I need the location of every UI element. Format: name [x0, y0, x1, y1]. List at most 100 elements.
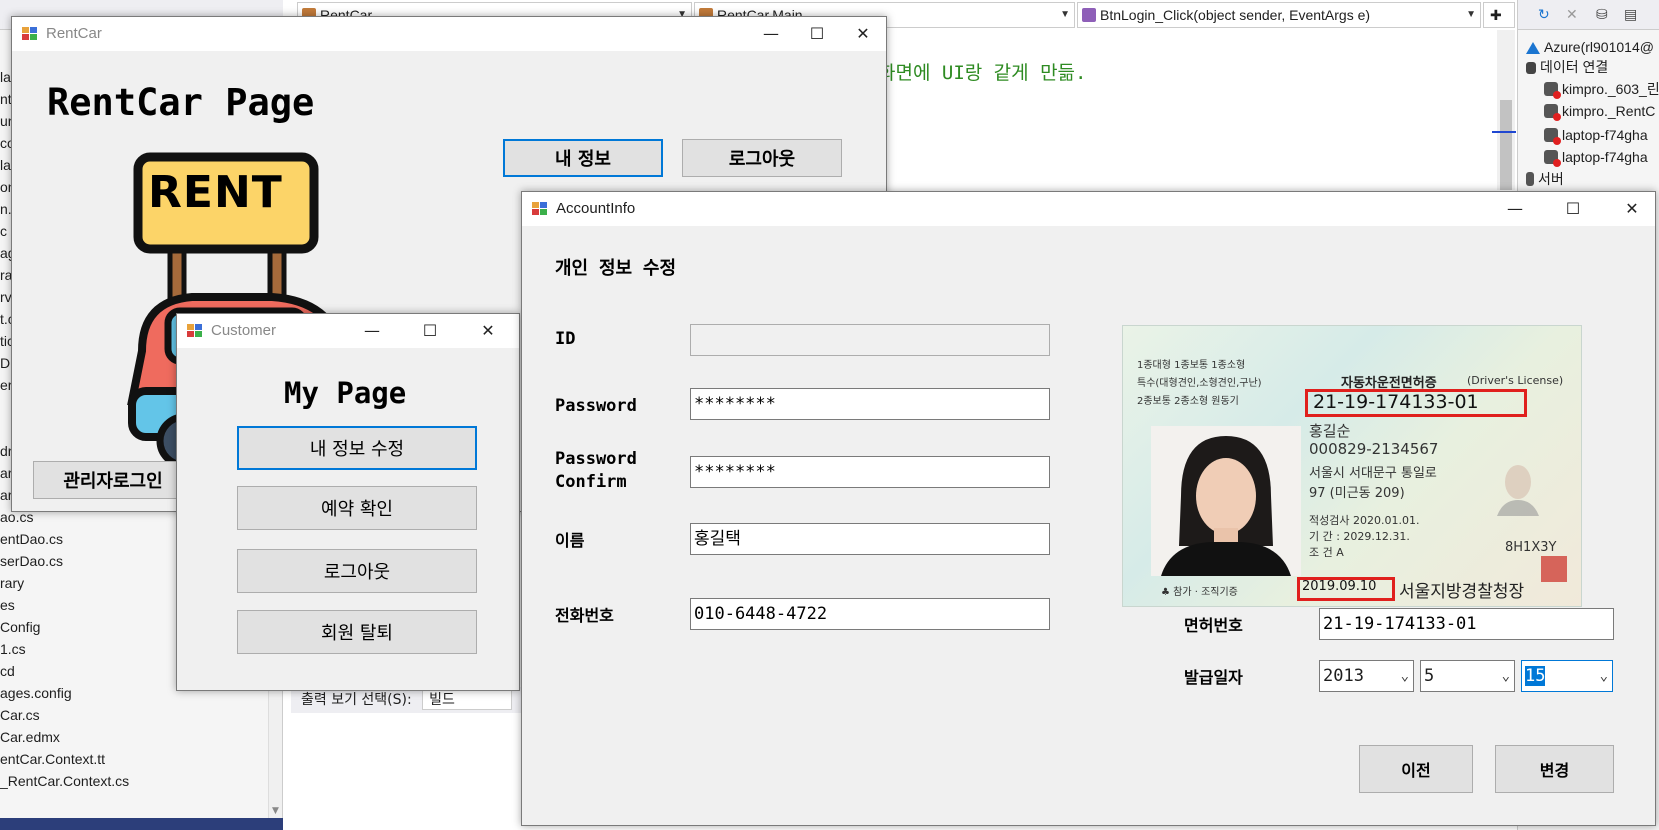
withdraw-button[interactable]: 회원 탈퇴 [237, 610, 477, 654]
solution-item[interactable]: 1.cs [0, 638, 26, 660]
minimize-icon[interactable]: — [1492, 192, 1538, 226]
license-hologram-photo [1497, 465, 1539, 516]
license-card-period: 기 간 : 2029.12.31. [1309, 530, 1410, 543]
output-source-select[interactable]: 빌드 [422, 690, 513, 710]
database-error-icon [1544, 128, 1561, 145]
scroll-thumb[interactable] [1500, 100, 1512, 190]
issue-day-select[interactable]: 15 ⌄ [1521, 660, 1613, 692]
password-confirm-label-line1: Password [555, 449, 637, 469]
prev-button[interactable]: 이전 [1359, 745, 1473, 793]
admin-login-button[interactable]: 관리자로그인 [33, 461, 193, 499]
password-label: Password [555, 396, 637, 416]
server-item-db-4[interactable]: laptop-f74gha [1544, 146, 1648, 168]
close-icon[interactable]: ✕ [1609, 192, 1655, 226]
edit-my-info-button[interactable]: 내 정보 수정 [237, 426, 477, 470]
name-label: 이름 [555, 531, 585, 550]
license-number-input[interactable]: 21-19-174133-01 [1319, 608, 1614, 640]
chevron-down-icon: ▼ [1060, 9, 1070, 20]
my-page-title: My Page [284, 376, 407, 410]
member-combo[interactable]: BtnLogin_Click(object sender, EventArgs … [1077, 2, 1481, 28]
server-item-label: 서버 [1538, 171, 1564, 187]
customer-titlebar[interactable]: Customer — ☐ ✕ [177, 314, 519, 348]
server-item-data-connections[interactable]: 데이터 연결 [1526, 56, 1608, 78]
license-card-address: 97 (미근동 209) [1309, 486, 1405, 501]
solution-item[interactable]: Config [0, 616, 40, 638]
solution-item[interactable]: _RentCar.Context.cs [0, 770, 129, 792]
window-title: Customer [211, 322, 277, 339]
scroll-down-icon[interactable]: ▼ [272, 806, 279, 816]
solution-item[interactable]: c [0, 220, 7, 242]
solution-item[interactable]: entCar.Context.tt [0, 748, 105, 770]
close-icon[interactable]: ✕ [840, 17, 886, 51]
server-item-db-3[interactable]: laptop-f74gha [1544, 124, 1648, 146]
password-confirm-input[interactable]: ******** [690, 456, 1050, 488]
chevron-down-icon: ▼ [1466, 9, 1476, 20]
server-item-label: laptop-f74gha [1562, 127, 1648, 143]
close-icon[interactable]: ✕ [465, 314, 511, 348]
password-confirm-label-line2: Confirm [555, 472, 627, 492]
customer-window: Customer — ☐ ✕ My Page 내 정보 수정 예약 확인 로그아… [176, 313, 520, 691]
server-item-azure[interactable]: Azure(rl901014@ [1526, 36, 1654, 58]
split-editor-button[interactable]: ✚ [1483, 2, 1515, 28]
maximize-icon[interactable]: ☐ [1550, 192, 1596, 226]
connect-server-icon[interactable]: ▤ [1624, 7, 1637, 23]
license-card-name: 홍길순 [1309, 422, 1351, 440]
server-item-servers[interactable]: 서버 [1526, 168, 1564, 190]
rentcar-titlebar[interactable]: RentCar — ☐ ✕ [12, 17, 886, 51]
app-icon [22, 27, 38, 41]
database-error-icon [1544, 82, 1561, 99]
check-reservation-button[interactable]: 예약 확인 [237, 486, 477, 530]
logout-button[interactable]: 로그아웃 [682, 139, 842, 177]
solution-item[interactable]: serDao.cs [0, 550, 63, 572]
issue-year-select[interactable]: 2013 ⌄ [1319, 660, 1414, 692]
solution-item[interactable]: entDao.cs [0, 528, 63, 550]
license-number-label: 면허번호 [1184, 616, 1243, 635]
solution-item[interactable]: cd [0, 660, 15, 682]
license-card-condition: 조 건 A [1309, 546, 1344, 559]
connect-database-icon[interactable]: ⛁ [1596, 7, 1608, 23]
server-item-label: kimpro._RentC [1562, 103, 1656, 119]
id-input[interactable] [690, 324, 1050, 356]
app-icon [187, 324, 203, 338]
member-combo-label: BtnLogin_Click(object sender, EventArgs … [1100, 7, 1371, 23]
chevron-down-icon: ⌄ [1501, 668, 1510, 684]
refresh-icon[interactable]: ↻ [1538, 7, 1550, 23]
solution-item[interactable]: ages.config [0, 682, 72, 704]
license-photo [1151, 426, 1301, 576]
maximize-icon[interactable]: ☐ [794, 17, 840, 51]
issue-month-select[interactable]: 5 ⌄ [1420, 660, 1515, 692]
app-icon [532, 202, 548, 216]
server-item-db-2[interactable]: kimpro._RentC [1544, 100, 1655, 122]
solution-item[interactable]: D [0, 352, 10, 374]
issue-day-value: 15 [1525, 666, 1546, 686]
maximize-icon[interactable]: ☐ [407, 314, 453, 348]
minimize-icon[interactable]: — [349, 314, 395, 348]
chevron-down-icon: ⌄ [1400, 668, 1409, 684]
license-card-number: 21-19-174133-01 [1313, 391, 1479, 413]
minimize-icon[interactable]: — [748, 17, 794, 51]
editor-scrollbar[interactable] [1497, 30, 1515, 190]
account-heading: 개인 정보 수정 [555, 258, 677, 279]
server-icon [1526, 172, 1534, 186]
server-item-db-1[interactable]: kimpro._603_린 [1544, 78, 1659, 100]
official-seal [1541, 556, 1567, 582]
solution-item[interactable]: rv [0, 286, 12, 308]
issue-month-value: 5 [1424, 666, 1435, 686]
name-input[interactable]: 홍길택 [690, 523, 1050, 555]
server-item-label: laptop-f74gha [1562, 149, 1648, 165]
server-explorer-toolbar: ↻ ✕ ⛁ ▤ [1518, 0, 1659, 30]
solution-item[interactable]: Car.cs [0, 704, 40, 726]
solution-item[interactable]: la [0, 66, 11, 88]
customer-logout-button[interactable]: 로그아웃 [237, 549, 477, 593]
phone-input[interactable]: 010-6448-4722 [690, 598, 1050, 630]
stop-icon[interactable]: ✕ [1566, 7, 1578, 23]
bottom-tool-tabs[interactable] [0, 818, 283, 830]
password-input[interactable]: ******** [690, 388, 1050, 420]
solution-item[interactable]: es [0, 594, 15, 616]
accountinfo-titlebar[interactable]: AccountInfo — ☐ ✕ [522, 192, 1655, 226]
solution-item[interactable]: Car.edmx [0, 726, 60, 748]
change-button[interactable]: 변경 [1495, 745, 1614, 793]
my-info-button[interactable]: 내 정보 [503, 139, 663, 177]
solution-item[interactable]: la [0, 154, 11, 176]
solution-item[interactable]: rary [0, 572, 24, 594]
